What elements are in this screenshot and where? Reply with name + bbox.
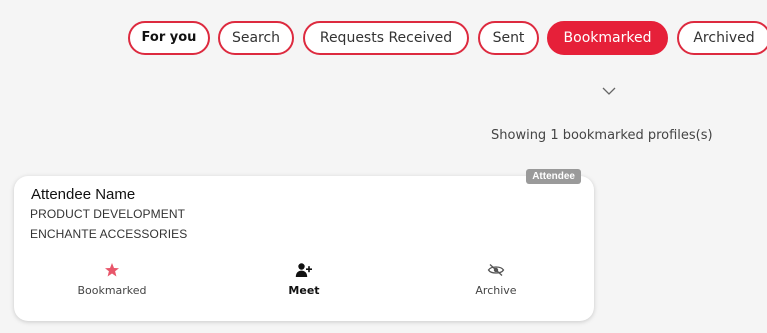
attendee-department: PRODUCT DEVELOPMENT	[30, 207, 186, 221]
meet-label: Meet	[288, 284, 320, 297]
tab-bar: For you Search Requests Received Sent Bo…	[0, 21, 767, 59]
tab-sent[interactable]: Sent	[478, 21, 539, 55]
bookmarked-button[interactable]: Bookmarked	[52, 262, 172, 297]
meet-button[interactable]: Meet	[244, 262, 364, 297]
archive-button[interactable]: Archive	[436, 262, 556, 297]
tab-bookmarked[interactable]: Bookmarked	[547, 21, 668, 55]
tab-requests-received[interactable]: Requests Received	[303, 21, 469, 55]
attendee-name: Attendee Name	[31, 186, 136, 203]
results-count-text: Showing 1 bookmarked profiles(s)	[491, 128, 713, 143]
attendee-badge: Attendee	[526, 169, 581, 184]
tab-for-you[interactable]: For you	[128, 21, 210, 55]
chevron-down-icon[interactable]	[600, 85, 618, 97]
archive-label: Archive	[475, 284, 517, 297]
add-user-icon	[295, 263, 312, 277]
hide-eye-icon	[487, 264, 505, 276]
attendee-company: ENCHANTE ACCESSORIES	[30, 227, 188, 241]
bookmarked-label: Bookmarked	[77, 284, 147, 297]
profile-card[interactable]: Attendee Attendee Name PRODUCT DEVELOPME…	[14, 169, 594, 321]
star-icon	[105, 263, 119, 277]
tab-archived[interactable]: Archived	[677, 21, 767, 55]
tab-search[interactable]: Search	[218, 21, 294, 55]
